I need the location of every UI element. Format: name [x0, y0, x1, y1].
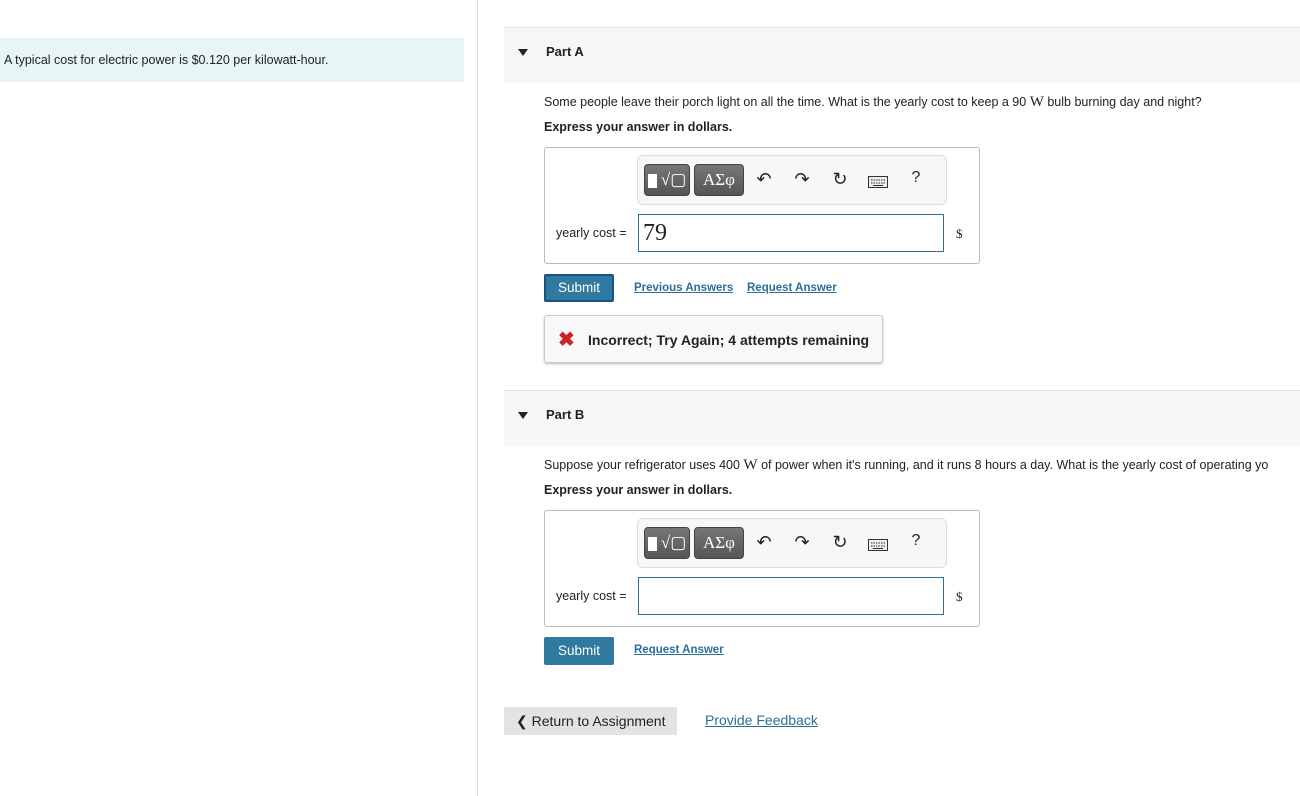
part-b-header[interactable]: Part B — [504, 390, 1300, 446]
templates-button[interactable]: √▢ — [644, 527, 690, 559]
undo-icon[interactable]: ↶ — [752, 532, 776, 553]
problem-intro: A typical cost for electric power is $0.… — [0, 38, 464, 82]
reset-icon[interactable]: ↻ — [828, 532, 852, 553]
feedback-text: Incorrect; Try Again; 4 attempts remaini… — [588, 332, 870, 348]
feedback-message: ✖ Incorrect; Try Again; 4 attempts remai… — [544, 315, 883, 363]
question-text: Suppose your refrigerator uses 400 — [544, 458, 744, 472]
return-label: Return to Assignment — [531, 713, 666, 729]
yearly-cost-input[interactable]: 79 — [638, 214, 944, 252]
symbols-button[interactable]: ΑΣφ — [694, 527, 744, 559]
unit-label: $ — [956, 226, 963, 241]
collapse-triangle-icon[interactable] — [518, 49, 528, 56]
part-b-submit-button[interactable]: Submit — [544, 637, 614, 665]
keyboard-icon[interactable] — [866, 535, 890, 556]
part-b-question: Suppose your refrigerator uses 400 W of … — [544, 457, 1300, 474]
undo-icon[interactable]: ↶ — [752, 169, 776, 190]
question-unit: W — [743, 457, 758, 473]
return-to-assignment-button[interactable]: ❮ Return to Assignment — [504, 707, 677, 735]
field-label: yearly cost = — [556, 589, 627, 603]
question-text: bulb burning day and night? — [1043, 95, 1202, 109]
collapse-triangle-icon[interactable] — [518, 412, 528, 419]
previous-answers-link[interactable]: Previous Answers — [634, 282, 733, 294]
keyboard-icon[interactable] — [866, 172, 890, 193]
redo-icon[interactable]: ↷ — [790, 169, 814, 190]
part-b-answer-box: √▢ ΑΣφ ↶ ↷ ↻ ? yearly cost = $ — [544, 510, 980, 627]
panel-divider — [477, 0, 478, 796]
question-text: of power when it's running, and it runs … — [757, 458, 1269, 472]
request-answer-link[interactable]: Request Answer — [747, 282, 837, 294]
part-a-header[interactable]: Part A — [504, 27, 1300, 83]
math-toolbar: √▢ ΑΣφ ↶ ↷ ↻ ? — [637, 518, 947, 568]
reset-icon[interactable]: ↻ — [828, 169, 852, 190]
part-a-answer-box: √▢ ΑΣφ ↶ ↷ ↻ ? yearly cost = 79 $ — [544, 147, 980, 264]
part-a-label: Part A — [546, 44, 584, 59]
math-toolbar: √▢ ΑΣφ ↶ ↷ ↻ ? — [637, 155, 947, 205]
part-a-question: Some people leave their porch light on a… — [544, 94, 1300, 111]
part-a-submit-button[interactable]: Submit — [544, 274, 614, 302]
question-text: Some people leave their porch light on a… — [544, 95, 1030, 109]
chevron-left-icon: ❮ — [516, 713, 532, 729]
provide-feedback-link[interactable]: Provide Feedback — [705, 712, 818, 728]
help-icon[interactable]: ? — [904, 169, 928, 187]
templates-button[interactable]: √▢ — [644, 164, 690, 196]
yearly-cost-input[interactable] — [638, 577, 944, 615]
question-unit: W — [1029, 94, 1044, 110]
incorrect-x-icon: ✖ — [558, 329, 575, 351]
part-b-label: Part B — [546, 407, 585, 422]
request-answer-link[interactable]: Request Answer — [634, 644, 724, 656]
redo-icon[interactable]: ↷ — [790, 532, 814, 553]
help-icon[interactable]: ? — [904, 532, 928, 550]
symbols-button[interactable]: ΑΣφ — [694, 164, 744, 196]
part-b-instruction: Express your answer in dollars. — [544, 483, 733, 497]
part-a-instruction: Express your answer in dollars. — [544, 120, 733, 134]
unit-label: $ — [956, 589, 963, 604]
field-label: yearly cost = — [556, 226, 627, 240]
